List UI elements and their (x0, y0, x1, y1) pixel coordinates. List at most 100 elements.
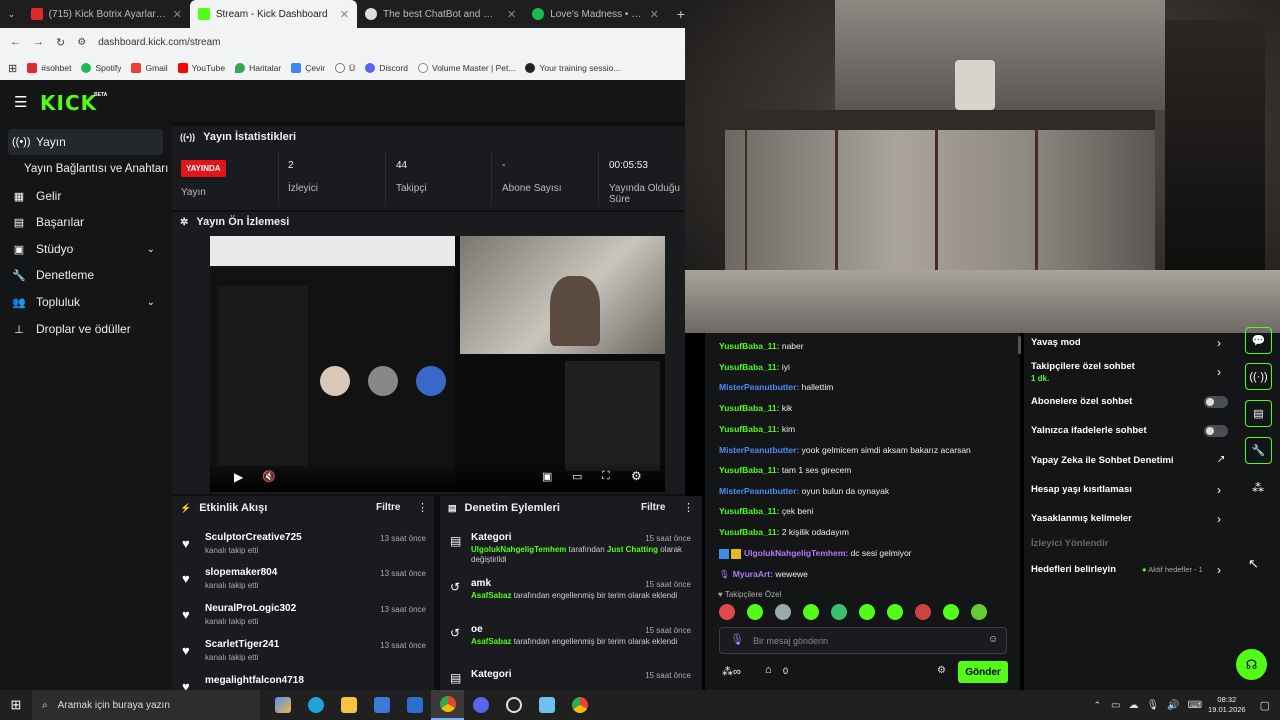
activity-user[interactable]: slopemaker804 (205, 567, 277, 578)
bookmark-8[interactable]: Volume Master | Pet... (418, 63, 515, 73)
notification-icon[interactable]: ▢ (1260, 699, 1270, 712)
sidebar-item-denetleme[interactable]: 🔧 Denetleme (8, 262, 163, 288)
mod-user[interactable]: AsafSabaz (471, 591, 511, 600)
back-icon[interactable]: ← (10, 36, 21, 48)
setting-slow-mode[interactable]: Yavaş mod (1031, 337, 1081, 348)
external-link-icon[interactable]: ↗ (1217, 454, 1225, 465)
chat-settings-gear-icon[interactable]: ⚙ (937, 665, 946, 676)
bookmark-1[interactable]: Spotify (81, 63, 121, 73)
more-options-icon[interactable]: ⋮ (683, 501, 694, 514)
send-button[interactable]: Gönder (958, 661, 1008, 683)
browser-tab-2[interactable]: The best ChatBot and Widgets f ✕ (357, 0, 524, 28)
site-info-icon[interactable]: ⚙ (77, 37, 86, 48)
setting-ai-moderation[interactable]: Yapay Zeka ile Sohbet Denetimi (1031, 455, 1174, 466)
activity-filter-button[interactable]: Filtre (376, 502, 400, 513)
sidebar-item-yayin[interactable]: ((•)) Yayın (8, 129, 163, 155)
broadcast-icon[interactable]: ((·)) (1245, 363, 1272, 390)
apps-icon[interactable]: ⊞ (8, 62, 17, 75)
layout-icon[interactable]: ▤ (1245, 400, 1272, 427)
bookmark-2[interactable]: Gmail (131, 63, 168, 73)
reload-icon[interactable]: ↻ (56, 36, 65, 49)
discord-icon[interactable] (464, 690, 497, 720)
store-icon[interactable] (365, 690, 398, 720)
chat-username[interactable]: MyuraArt: (733, 569, 773, 579)
mod-user[interactable]: AsafSabaz (471, 637, 511, 646)
emote-icon[interactable] (971, 604, 987, 620)
onedrive-icon[interactable]: ☁ (1128, 700, 1138, 711)
emote-icon[interactable] (831, 604, 847, 620)
chat-username[interactable]: YusufBaba_11: (719, 403, 779, 413)
emote-icon[interactable] (859, 604, 875, 620)
wrench-icon[interactable]: 🔧 (1245, 437, 1272, 464)
chevron-right-icon[interactable]: › (1217, 563, 1221, 577)
browser-tab-0[interactable]: (715) Kick Botrix Ayarları Nasıl ✕ (23, 0, 190, 28)
chevron-right-icon[interactable]: › (1217, 512, 1221, 526)
sidebar-item-studyo[interactable]: ▣ Stüdyo ⌄ (8, 236, 163, 262)
forward-icon[interactable]: → (33, 36, 44, 48)
stream-preview-video[interactable]: ▶ 🔇 ▣ ▭ ⛶ ⚙ (210, 236, 665, 492)
chrome-icon[interactable] (431, 690, 464, 720)
chevron-right-icon[interactable]: › (1217, 365, 1221, 379)
chat-username[interactable]: MisterPeanutbutter: (719, 445, 799, 455)
bookmark-7[interactable]: Discord (365, 63, 408, 73)
chat-scrollbar[interactable] (1018, 336, 1021, 354)
language-icon[interactable]: ⌨ (1188, 700, 1202, 711)
chat-username[interactable]: YusufBaba_11: (719, 465, 779, 475)
sidebar-item-droplar[interactable]: ⊥ Droplar ve ödüller (8, 316, 163, 342)
activity-user[interactable]: ScarletTiger241 (205, 639, 279, 650)
activity-user[interactable]: SculptorCreative725 (205, 532, 302, 543)
setting-followers-only[interactable]: Takipçilere özel sohbet 1 dk. (1031, 361, 1135, 383)
bookmark-0[interactable]: #sohbet (27, 63, 71, 73)
mute-icon[interactable]: 🔇 (262, 470, 276, 483)
microphone-icon[interactable]: 🎙 (1146, 700, 1159, 711)
chat-username[interactable]: MisterPeanutbutter: (719, 486, 799, 496)
close-tab-icon[interactable]: ✕ (650, 8, 659, 21)
copilot-icon[interactable] (266, 690, 299, 720)
windows-start-icon[interactable]: ⊞ (0, 690, 32, 720)
play-icon[interactable]: ▶ (234, 470, 243, 484)
undo-icon[interactable]: ↺ (450, 626, 460, 640)
tab-search-icon[interactable]: ⌄ (0, 9, 23, 20)
pip-icon[interactable]: ▣ (542, 470, 552, 483)
microphone-icon[interactable]: 🎙 (730, 633, 744, 646)
mod-user[interactable]: UlgolukNahgeligTemhem (471, 545, 566, 554)
chevron-right-icon[interactable]: › (1217, 483, 1221, 497)
hamburger-menu-icon[interactable]: ☰ (14, 93, 27, 111)
close-tab-icon[interactable]: ✕ (507, 8, 516, 21)
tray-chevron-icon[interactable]: ⌃ (1093, 700, 1101, 711)
edge-icon[interactable] (299, 690, 332, 720)
browser-tab-1[interactable]: Stream - Kick Dashboard ✕ (189, 0, 358, 28)
bookmark-4[interactable]: Haritalar (235, 63, 281, 73)
sidebar-item-gelir[interactable]: ▦ Gelir (8, 183, 163, 209)
settings-gear-icon[interactable]: ⚙ (631, 469, 642, 483)
emote-icon[interactable] (915, 604, 931, 620)
chat-username[interactable]: YusufBaba_11: (719, 527, 779, 537)
chat-username[interactable]: YusufBaba_11: (719, 341, 779, 351)
undo-icon[interactable]: ↺ (450, 580, 460, 594)
subscribers-only-toggle[interactable] (1204, 396, 1228, 408)
emote-icon[interactable] (747, 604, 763, 620)
emote-icon[interactable] (803, 604, 819, 620)
close-tab-icon[interactable]: ✕ (173, 8, 182, 21)
new-tab-icon[interactable]: + (667, 6, 685, 22)
chat-username[interactable]: UlgolukNahgeligTemhem: (744, 548, 848, 558)
clock[interactable]: 08:32 19.01.2026 (1208, 695, 1246, 715)
url-field[interactable]: dashboard.kick.com/stream (98, 37, 220, 48)
kick-logo[interactable]: KICK (40, 91, 97, 115)
gift-icon[interactable]: ⌂ (765, 664, 772, 676)
activity-user[interactable]: megalightfalcon4718 (205, 675, 304, 686)
emote-icon[interactable] (887, 604, 903, 620)
chrome-profile-icon[interactable] (563, 690, 596, 720)
chat-username[interactable]: YusufBaba_11: (719, 424, 779, 434)
chat-bubble-icon[interactable]: 💬 (1245, 327, 1272, 354)
emotes-only-toggle[interactable] (1204, 425, 1228, 437)
obs-icon[interactable] (497, 690, 530, 720)
emote-icon[interactable] (775, 604, 791, 620)
setting-account-age[interactable]: Hesap yaşı kısıtlaması (1031, 484, 1132, 495)
chat-input[interactable]: 🎙 Bir mesaj gönderin ☺ (719, 627, 1007, 654)
fullscreen-icon[interactable]: ⛶ (602, 470, 610, 483)
file-explorer-icon[interactable] (332, 690, 365, 720)
emoji-icon[interactable]: ☺ (988, 634, 998, 645)
chat-username[interactable]: YusufBaba_11: (719, 362, 779, 372)
infinity-points-icon[interactable]: ⁂∞ (722, 665, 741, 678)
